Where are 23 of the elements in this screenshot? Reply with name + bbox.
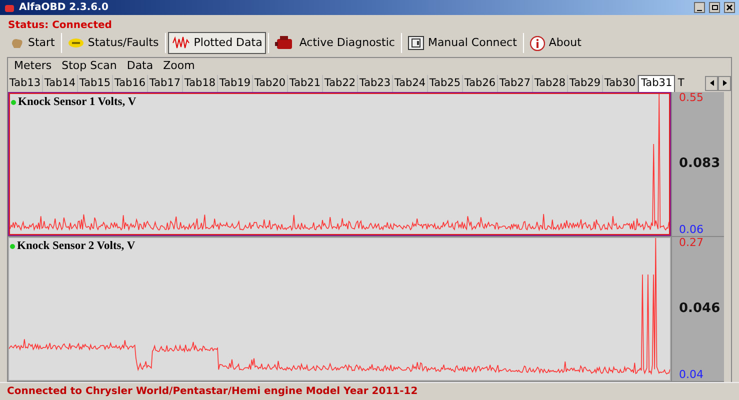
menu-item[interactable]: Zoom xyxy=(163,58,195,74)
menu-item[interactable]: Stop Scan xyxy=(62,58,117,74)
toolbar-button[interactable]: Active Diagnostic xyxy=(271,32,399,54)
toolbar-button[interactable]: Start xyxy=(6,32,59,54)
max-label: 0.27 xyxy=(679,237,704,249)
min-label: 0.04 xyxy=(679,369,704,381)
toolbar-button[interactable]: Manual Connect xyxy=(404,32,521,54)
current-value: 0.046 xyxy=(679,300,720,318)
toolbar-button[interactable]: Plotted Data xyxy=(168,32,266,54)
status-bar-text: Connected to Chrysler World/Pentastar/Hemi engine Model Year 2011-12 xyxy=(7,385,418,399)
min-label: 0.06 xyxy=(679,224,704,236)
plot-title: Knock Sensor 2 Volts, V xyxy=(17,239,136,254)
current-value: 0.083 xyxy=(679,155,720,174)
tab[interactable]: Tab31 xyxy=(638,75,676,92)
menu-item[interactable]: Meters xyxy=(14,58,52,74)
toolbar-button[interactable]: About xyxy=(526,32,586,54)
max-label: 0.55 xyxy=(679,92,704,104)
connection-status: Status: Connected xyxy=(8,20,112,31)
menu-item[interactable]: Data xyxy=(126,58,154,74)
window-title: AlfaOBD 2.3.6.0 xyxy=(19,1,108,15)
toolbar-button[interactable]: Status/Faults xyxy=(64,32,163,54)
plot-title: Knock Sensor 1 Volts, V xyxy=(18,95,136,110)
tab[interactable]: T xyxy=(675,75,688,92)
